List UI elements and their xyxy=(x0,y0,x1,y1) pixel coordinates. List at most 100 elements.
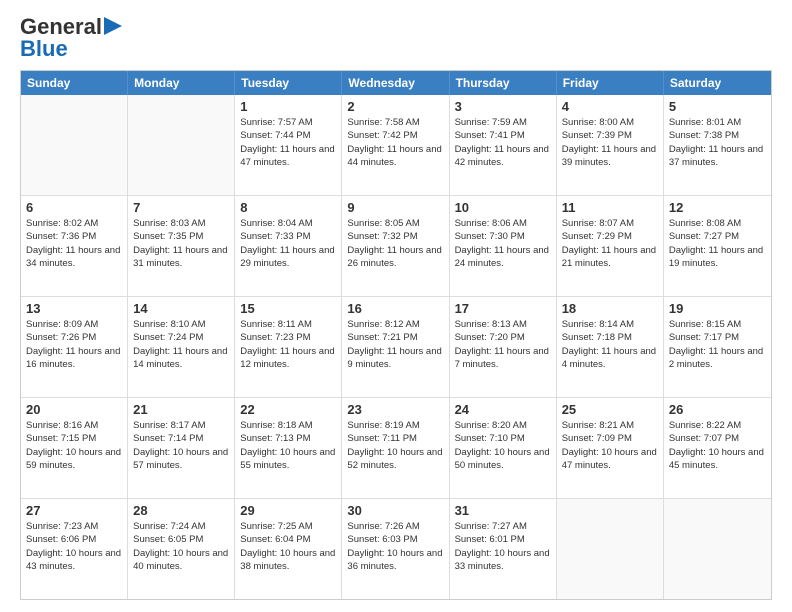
cell-info: Sunrise: 8:07 AMSunset: 7:29 PMDaylight:… xyxy=(562,217,658,270)
cell-info: Sunrise: 8:04 AMSunset: 7:33 PMDaylight:… xyxy=(240,217,336,270)
calendar-cell: 11Sunrise: 8:07 AMSunset: 7:29 PMDayligh… xyxy=(557,196,664,296)
cell-info: Sunrise: 8:00 AMSunset: 7:39 PMDaylight:… xyxy=(562,116,658,169)
day-number: 30 xyxy=(347,503,443,518)
cell-info: Sunrise: 8:08 AMSunset: 7:27 PMDaylight:… xyxy=(669,217,766,270)
calendar-row: 13 Sunrise: 8:09 AMSunset: 7:26 PMDayligh… xyxy=(21,297,771,398)
day-number: 8 xyxy=(240,200,336,215)
cell-info: Sunrise: 8:14 AMSunset: 7:18 PMDaylight:… xyxy=(562,318,658,371)
calendar-cell: 8 Sunrise: 8:04 AMSunset: 7:33 PMDaylight… xyxy=(235,196,342,296)
calendar-cell: 15 Sunrise: 8:11 AMSunset: 7:23 PMDayligh… xyxy=(235,297,342,397)
calendar-cell: 28 Sunrise: 7:24 AMSunset: 6:05 PMDayligh… xyxy=(128,499,235,599)
day-number: 20 xyxy=(26,402,122,417)
cell-info: Sunrise: 7:27 AMSunset: 6:01 PMDaylight:… xyxy=(455,520,551,573)
day-number: 21 xyxy=(133,402,229,417)
cell-info: Sunrise: 7:59 AMSunset: 7:41 PMDaylight:… xyxy=(455,116,551,169)
day-number: 7 xyxy=(133,200,229,215)
logo: General Blue xyxy=(20,16,122,60)
calendar-header-cell: Monday xyxy=(128,71,235,95)
calendar-cell: 5Sunrise: 8:01 AMSunset: 7:38 PMDaylight… xyxy=(664,95,771,195)
calendar-header-cell: Tuesday xyxy=(235,71,342,95)
cell-info: Sunrise: 7:23 AMSunset: 6:06 PMDaylight:… xyxy=(26,520,122,573)
day-number: 18 xyxy=(562,301,658,316)
cell-info: Sunrise: 7:58 AMSunset: 7:42 PMDaylight:… xyxy=(347,116,443,169)
calendar-cell: 4 Sunrise: 8:00 AMSunset: 7:39 PMDaylight… xyxy=(557,95,664,195)
day-number: 22 xyxy=(240,402,336,417)
calendar-row: 27 Sunrise: 7:23 AMSunset: 6:06 PMDayligh… xyxy=(21,499,771,599)
day-number: 13 xyxy=(26,301,122,316)
cell-info: Sunrise: 8:12 AMSunset: 7:21 PMDaylight:… xyxy=(347,318,443,371)
cell-info: Sunrise: 8:03 AMSunset: 7:35 PMDaylight:… xyxy=(133,217,229,270)
calendar-cell: 12 Sunrise: 8:08 AMSunset: 7:27 PMDayligh… xyxy=(664,196,771,296)
calendar-cell: 27 Sunrise: 7:23 AMSunset: 6:06 PMDayligh… xyxy=(21,499,128,599)
cell-info: Sunrise: 8:19 AMSunset: 7:11 PMDaylight:… xyxy=(347,419,443,472)
calendar-cell: 14 Sunrise: 8:10 AMSunset: 7:24 PMDayligh… xyxy=(128,297,235,397)
day-number: 6 xyxy=(26,200,122,215)
cell-info: Sunrise: 8:11 AMSunset: 7:23 PMDaylight:… xyxy=(240,318,336,371)
day-number: 1 xyxy=(240,99,336,114)
day-number: 29 xyxy=(240,503,336,518)
calendar-cell: 24 Sunrise: 8:20 AMSunset: 7:10 PMDayligh… xyxy=(450,398,557,498)
day-number: 10 xyxy=(455,200,551,215)
day-number: 5 xyxy=(669,99,766,114)
calendar-cell xyxy=(664,499,771,599)
cell-info: Sunrise: 7:24 AMSunset: 6:05 PMDaylight:… xyxy=(133,520,229,573)
calendar-header-cell: Saturday xyxy=(664,71,771,95)
calendar-cell: 2 Sunrise: 7:58 AMSunset: 7:42 PMDaylight… xyxy=(342,95,449,195)
calendar-cell xyxy=(128,95,235,195)
calendar-cell: 30 Sunrise: 7:26 AMSunset: 6:03 PMDayligh… xyxy=(342,499,449,599)
calendar-row: 6 Sunrise: 8:02 AMSunset: 7:36 PMDaylight… xyxy=(21,196,771,297)
calendar-cell: 29 Sunrise: 7:25 AMSunset: 6:04 PMDayligh… xyxy=(235,499,342,599)
day-number: 25 xyxy=(562,402,658,417)
day-number: 31 xyxy=(455,503,551,518)
day-number: 26 xyxy=(669,402,766,417)
calendar-cell xyxy=(557,499,664,599)
calendar-cell: 9 Sunrise: 8:05 AMSunset: 7:32 PMDaylight… xyxy=(342,196,449,296)
calendar-header: SundayMondayTuesdayWednesdayThursdayFrid… xyxy=(21,71,771,95)
calendar-header-cell: Sunday xyxy=(21,71,128,95)
header: General Blue xyxy=(20,16,772,60)
cell-info: Sunrise: 8:15 AMSunset: 7:17 PMDaylight:… xyxy=(669,318,766,371)
day-number: 19 xyxy=(669,301,766,316)
calendar-cell: 18 Sunrise: 8:14 AMSunset: 7:18 PMDayligh… xyxy=(557,297,664,397)
day-number: 24 xyxy=(455,402,551,417)
cell-info: Sunrise: 8:17 AMSunset: 7:14 PMDaylight:… xyxy=(133,419,229,472)
cell-info: Sunrise: 7:25 AMSunset: 6:04 PMDaylight:… xyxy=(240,520,336,573)
day-number: 16 xyxy=(347,301,443,316)
calendar-cell: 25 Sunrise: 8:21 AMSunset: 7:09 PMDayligh… xyxy=(557,398,664,498)
day-number: 17 xyxy=(455,301,551,316)
cell-info: Sunrise: 8:10 AMSunset: 7:24 PMDaylight:… xyxy=(133,318,229,371)
day-number: 27 xyxy=(26,503,122,518)
calendar-cell: 19 Sunrise: 8:15 AMSunset: 7:17 PMDayligh… xyxy=(664,297,771,397)
day-number: 4 xyxy=(562,99,658,114)
calendar-cell: 3 Sunrise: 7:59 AMSunset: 7:41 PMDaylight… xyxy=(450,95,557,195)
cell-info: Sunrise: 7:57 AMSunset: 7:44 PMDaylight:… xyxy=(240,116,336,169)
day-number: 9 xyxy=(347,200,443,215)
calendar-cell: 17 Sunrise: 8:13 AMSunset: 7:20 PMDayligh… xyxy=(450,297,557,397)
calendar-cell: 22Sunrise: 8:18 AMSunset: 7:13 PMDayligh… xyxy=(235,398,342,498)
cell-info: Sunrise: 8:21 AMSunset: 7:09 PMDaylight:… xyxy=(562,419,658,472)
day-number: 14 xyxy=(133,301,229,316)
page: General Blue SundayMondayTuesdayWednesda… xyxy=(0,0,792,612)
calendar-cell: 20Sunrise: 8:16 AMSunset: 7:15 PMDayligh… xyxy=(21,398,128,498)
day-number: 12 xyxy=(669,200,766,215)
cell-info: Sunrise: 8:06 AMSunset: 7:30 PMDaylight:… xyxy=(455,217,551,270)
calendar-cell: 6 Sunrise: 8:02 AMSunset: 7:36 PMDaylight… xyxy=(21,196,128,296)
calendar-cell: 10 Sunrise: 8:06 AMSunset: 7:30 PMDayligh… xyxy=(450,196,557,296)
calendar-cell xyxy=(21,95,128,195)
cell-info: Sunrise: 8:20 AMSunset: 7:10 PMDaylight:… xyxy=(455,419,551,472)
calendar-row: 20Sunrise: 8:16 AMSunset: 7:15 PMDayligh… xyxy=(21,398,771,499)
day-number: 15 xyxy=(240,301,336,316)
calendar-row: 1 Sunrise: 7:57 AMSunset: 7:44 PMDaylight… xyxy=(21,95,771,196)
cell-info: Sunrise: 8:02 AMSunset: 7:36 PMDaylight:… xyxy=(26,217,122,270)
cell-info: Sunrise: 8:05 AMSunset: 7:32 PMDaylight:… xyxy=(347,217,443,270)
day-number: 28 xyxy=(133,503,229,518)
calendar-cell: 21 Sunrise: 8:17 AMSunset: 7:14 PMDayligh… xyxy=(128,398,235,498)
cell-info: Sunrise: 8:09 AMSunset: 7:26 PMDaylight:… xyxy=(26,318,122,371)
calendar-header-cell: Thursday xyxy=(450,71,557,95)
cell-info: Sunrise: 8:13 AMSunset: 7:20 PMDaylight:… xyxy=(455,318,551,371)
cell-info: Sunrise: 7:26 AMSunset: 6:03 PMDaylight:… xyxy=(347,520,443,573)
day-number: 23 xyxy=(347,402,443,417)
day-number: 3 xyxy=(455,99,551,114)
calendar: SundayMondayTuesdayWednesdayThursdayFrid… xyxy=(20,70,772,600)
day-number: 2 xyxy=(347,99,443,114)
